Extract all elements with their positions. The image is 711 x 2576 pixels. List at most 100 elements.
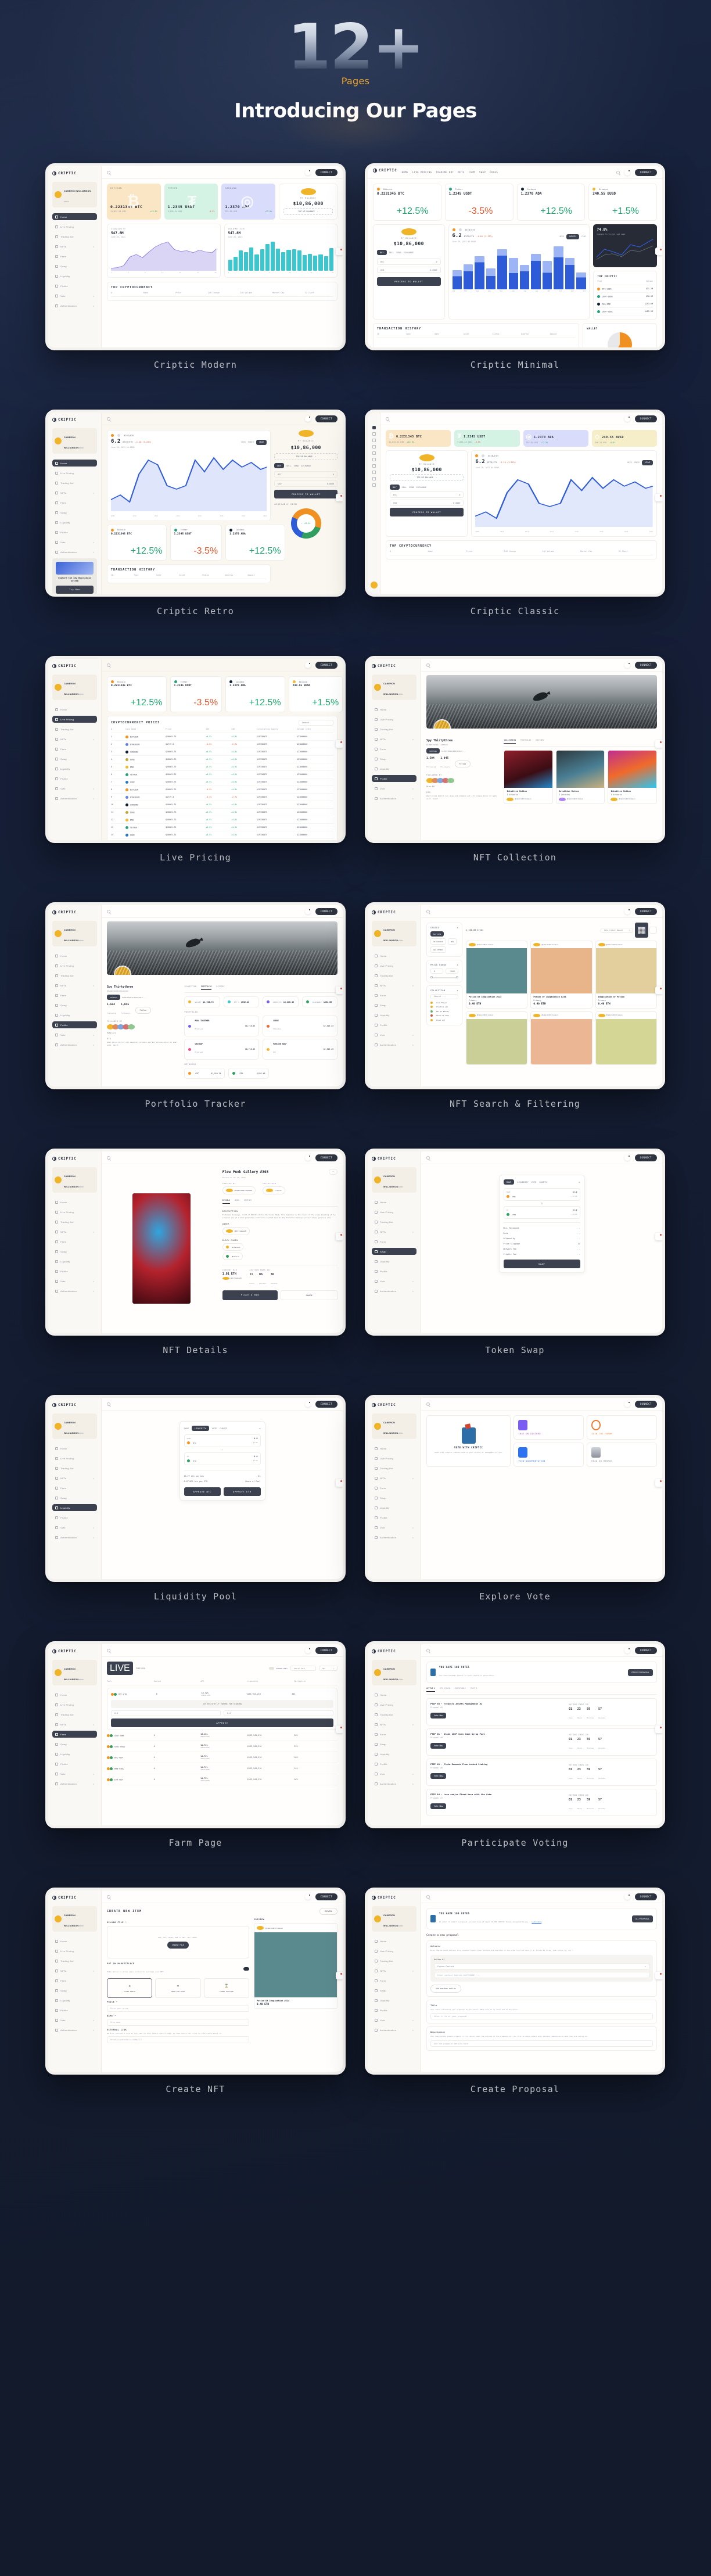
sidebar-item-home[interactable]: Home xyxy=(372,1938,416,1944)
farm-search-input[interactable]: Search farm xyxy=(290,1666,316,1671)
sidebar-item-liquidity[interactable]: Liquidity xyxy=(372,1997,416,2004)
nft-result-item[interactable]: @CameronWilliamson Potion Of Imagination … xyxy=(466,941,528,1009)
follow-button[interactable]: Follow xyxy=(135,1006,152,1014)
sidebar-item-live-pricing[interactable]: Live Pricing xyxy=(52,1701,97,1708)
table-row[interactable]: 5 BNB $26065.75 +0.5% +4.8% $19330475 $2100000… xyxy=(111,763,333,771)
sidebar-item-trading-bot[interactable]: Trading Bot xyxy=(52,726,97,733)
table-row[interactable]: 1 BITCOIN $26065.75 +0.5% +4.8% $19330475 $210… xyxy=(111,733,333,741)
table-row[interactable]: 8 BITCOIN $26065.75 -0.5% +4.8% $19330475 $210… xyxy=(111,786,333,794)
search-icon[interactable] xyxy=(107,1402,110,1406)
search-input[interactable]: Search xyxy=(299,720,333,726)
user-card[interactable]: CAMERON WILLIAMSONadmin xyxy=(372,921,416,946)
sidebar-item-swap[interactable]: Swap xyxy=(52,1987,97,1994)
sidebar-item-liquidity[interactable]: Liquidity xyxy=(372,1504,416,1511)
sidebar-item-nfts[interactable]: NFTs v xyxy=(52,243,97,250)
sidebar-item-live-pricing[interactable]: Live Pricing xyxy=(52,223,97,230)
sidebar-item-nfts[interactable]: NFTs v xyxy=(52,1967,97,1974)
connect-button[interactable]: CONNECT xyxy=(634,661,657,669)
network-row[interactable]: ETH $152.40 xyxy=(228,1068,270,1079)
sidebar-item-live-pricing[interactable]: Live Pricing xyxy=(372,1455,416,1462)
sidebar-item-farm[interactable]: Farm xyxy=(372,1977,416,1984)
sidebar-item-authentication[interactable]: Authentication v xyxy=(372,795,416,802)
sidebar-item-farm[interactable]: Farm xyxy=(372,1238,416,1245)
collection-option[interactable]: Creative web xyxy=(430,1006,458,1008)
process-to-wallet-button[interactable]: PROCESS TO WALLET xyxy=(274,490,337,498)
more-options-icon[interactable]: ⋯ xyxy=(328,1169,337,1175)
tab-history[interactable]: HISTORY xyxy=(244,1199,252,1204)
sidebar-item-trading-bot[interactable]: Trading Bot xyxy=(372,1711,416,1718)
coin-tile-binance[interactable]: ◇ 240.55 BUSD 340.24 USD +1.5% xyxy=(591,430,657,447)
exchange-tab[interactable]: EXCHANGE xyxy=(404,252,414,254)
sidebar-item-authentication[interactable]: Authentication v xyxy=(372,2026,416,2033)
coin-strip-tether[interactable]: Tether 1.2345 USDT 3,032.24 USD-3.5% xyxy=(444,184,514,221)
sidebar-item-nfts[interactable]: NFTs v xyxy=(52,1474,97,1481)
marketplace-toggle[interactable] xyxy=(243,1967,249,1971)
to-field[interactable]: TO 0.0 ETH ▾ ~ $0.00 xyxy=(184,1452,261,1465)
table-row[interactable]: 10 CARDANO $26065.75 +0.5% +4.8% $19330475 $21… xyxy=(111,801,333,809)
floating-widget-icon[interactable] xyxy=(336,494,343,502)
sidebar-item-live-pricing[interactable]: Live Pricing xyxy=(372,716,416,723)
buy-tab[interactable]: BUY xyxy=(390,485,400,490)
sidebar-item-vote[interactable]: Vote v xyxy=(372,1278,416,1285)
tab-collection[interactable]: COLLECTION xyxy=(184,985,196,990)
choose-file-button[interactable]: CHOOSE FILE xyxy=(167,1941,189,1949)
nav-home[interactable]: HOME xyxy=(402,171,408,174)
external-link-input[interactable]: https://yoursite.io/item/123 xyxy=(107,2036,249,2043)
farm-row[interactable]: BNB-USDC 0 14.72% ANNUALIZED $133,943,210 14X xyxy=(107,1763,337,1774)
page-card-farm[interactable]: CRIPTIC CAMERON WILLIAMSONadmin Home Liv… xyxy=(45,1641,346,1848)
nft-result-item[interactable]: @CameronWilliamson xyxy=(530,1011,592,1065)
approve-eth-button[interactable]: APPROVE ETH xyxy=(224,1487,261,1496)
preview-button[interactable]: PREVIEW xyxy=(319,1908,337,1915)
search-icon[interactable] xyxy=(107,909,110,913)
sidebar-item-home[interactable]: Home xyxy=(52,1938,97,1944)
tab-portfolio[interactable]: PORTFOLIO xyxy=(520,739,531,744)
notifications-icon[interactable] xyxy=(624,662,630,668)
sell-tab[interactable]: SELL xyxy=(402,486,407,489)
table-row[interactable]: 9 ETHEREUM $1719.3 -0.3% -2.9% $19330475 $2100… xyxy=(111,794,333,801)
sidebar-item-authentication[interactable]: Authentication v xyxy=(52,2026,97,2033)
page-card-criptic-minimal[interactable]: CRIPTIC HOME LIVE PRICING TRADING BOT NF… xyxy=(365,163,665,370)
search-icon[interactable] xyxy=(107,417,110,421)
promo-cta-button[interactable]: Try Now xyxy=(56,585,94,594)
sidebar-item-farm[interactable]: Farm xyxy=(52,1238,97,1245)
floating-widget-icon[interactable] xyxy=(655,1725,662,1734)
connect-button[interactable]: CONNECT xyxy=(634,168,657,176)
sidebar-item-swap[interactable]: Swap xyxy=(52,755,97,762)
tab-bids[interactable]: BIDS xyxy=(235,1199,239,1204)
tab-details[interactable]: DETAILS xyxy=(222,1199,231,1204)
sidebar-item-vote[interactable]: Vote v xyxy=(52,1770,97,1777)
range-year[interactable]: YEAR xyxy=(256,439,267,445)
sidebar-item-vote[interactable]: Vote v xyxy=(52,2017,97,2024)
sidebar-item-liquidity[interactable]: Liquidity xyxy=(372,1011,416,1018)
to-field[interactable]: TO 0.0 ETH ▾ ~ $0.00 xyxy=(503,1206,580,1219)
sidebar-item-trading-bot[interactable]: Trading Bot xyxy=(52,1465,97,1472)
sidebar-item-liquidity[interactable]: Liquidity xyxy=(52,1011,97,1018)
swap-button[interactable]: SWAP xyxy=(503,1260,580,1268)
to-token[interactable]: ETH xyxy=(513,1214,516,1216)
notifications-icon[interactable] xyxy=(304,662,311,668)
search-icon[interactable] xyxy=(426,1895,430,1899)
collection-chip[interactable]: Criptic xyxy=(263,1186,285,1194)
page-card-create-nft[interactable]: CRIPTIC CAMERON WILLIAMSONadmin Home Liv… xyxy=(45,1888,346,2094)
nav-trading-bot[interactable]: TRADING BOT xyxy=(436,171,454,174)
sidebar-item-vote[interactable]: Vote v xyxy=(52,1031,97,1038)
search-icon[interactable] xyxy=(107,1895,110,1899)
connect-button[interactable]: CONNECT xyxy=(634,907,657,915)
range-month[interactable]: MONTH xyxy=(566,234,579,239)
vote-link-forum[interactable]: JOIN THE FORUM xyxy=(587,1415,657,1440)
nft-result-item[interactable]: @CameronWilliamson xyxy=(595,1011,657,1065)
vote-now-button[interactable]: Vote Now xyxy=(430,1743,447,1749)
nft-result-item[interactable]: @CameronWilliamson Imagination of Potion P… xyxy=(595,941,657,1009)
page-card-criptic-retro[interactable]: CRIPTIC CAMERON WILLIAMSONadmin Home Liv… xyxy=(45,410,346,616)
sidebar-item-nfts[interactable]: NFTs v xyxy=(52,489,97,496)
sidebar-item-authentication[interactable]: Authentication v xyxy=(52,1534,97,1541)
proposal-card[interactable]: PTIP 69 - Claim Rewards From Locked Stak… xyxy=(426,1759,657,1786)
sidebar-item-liquidity[interactable]: Liquidity xyxy=(52,1258,97,1265)
collection-item[interactable]: Intuitive Motion 3 Artworks @CameronWillia… xyxy=(504,750,553,804)
staked-only-toggle[interactable]: STAKED ONLY xyxy=(269,1667,288,1670)
farm-row[interactable]: USDT-BNB 0 13.18% ANNUALIZED $133,943,210 10X xyxy=(107,1730,337,1741)
connect-button[interactable]: CONNECT xyxy=(315,168,337,176)
sidebar-item-live-pricing[interactable]: Live Pricing xyxy=(372,1947,416,1954)
proposal-card[interactable]: PTIP 61 - Stake 100P Corn Cake Syrup Poo… xyxy=(426,1728,657,1756)
buy-tab[interactable]: BUY xyxy=(377,250,387,255)
